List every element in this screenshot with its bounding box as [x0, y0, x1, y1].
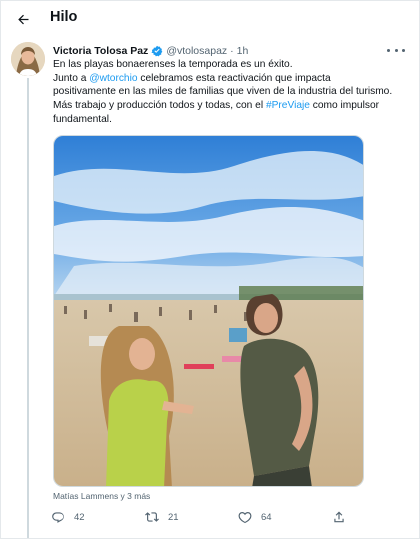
- verified-badge-icon: [151, 45, 163, 57]
- page-header: Hilo: [0, 0, 420, 38]
- share-button[interactable]: [332, 507, 346, 527]
- mention-link[interactable]: @wtorchio: [89, 73, 137, 84]
- tweet-text-line: Más trabajo y producción todos y todas, …: [53, 100, 380, 112]
- avatar[interactable]: [11, 42, 45, 76]
- tweet-text-line: positivamente en las miles de familias q…: [53, 86, 393, 98]
- reply-button[interactable]: 42: [51, 507, 85, 527]
- back-button[interactable]: [10, 6, 36, 32]
- photo-image: [54, 136, 363, 486]
- retweet-count: 21: [168, 511, 179, 523]
- page-title: Hilo: [50, 9, 78, 25]
- tweet-text-line: Junto a @wtorchio celebramos esta reacti…: [53, 72, 331, 84]
- hashtag-link[interactable]: #PreViaje: [266, 100, 310, 111]
- author-name[interactable]: Victoria Tolosa Paz: [53, 45, 148, 57]
- tweet-header: Victoria Tolosa Paz @vtolosapaz · 1h: [53, 43, 380, 59]
- heart-icon: [238, 512, 252, 524]
- like-count: 64: [261, 511, 272, 523]
- tweet-photo[interactable]: [53, 135, 364, 487]
- retweet-button[interactable]: 21: [145, 507, 179, 527]
- more-options-button[interactable]: [387, 43, 405, 57]
- tagged-users[interactable]: Matías Lammens y 3 más: [53, 491, 150, 501]
- reply-icon: [52, 512, 64, 523]
- arrow-left-icon: [17, 14, 28, 24]
- like-button[interactable]: 64: [238, 507, 272, 527]
- avatar-image: [11, 42, 45, 76]
- separator-dot: ·: [230, 45, 234, 57]
- author-handle[interactable]: @vtolosapaz: [166, 45, 227, 57]
- tweet-actions: 42 21 64: [45, 507, 365, 527]
- tweet-text-line: fundamental.: [53, 113, 112, 125]
- tweet-text-line: En las playas bonaerenses la temporada e…: [53, 59, 293, 70]
- tweet-timestamp[interactable]: 1h: [237, 45, 249, 57]
- retweet-icon: [145, 512, 159, 522]
- share-icon: [334, 511, 344, 523]
- reply-count: 42: [74, 511, 85, 523]
- more-dots-icon: [387, 48, 390, 52]
- thread-connector-line: [27, 78, 29, 538]
- tweet-text: En las playas bonaerenses la temporada e…: [53, 58, 393, 127]
